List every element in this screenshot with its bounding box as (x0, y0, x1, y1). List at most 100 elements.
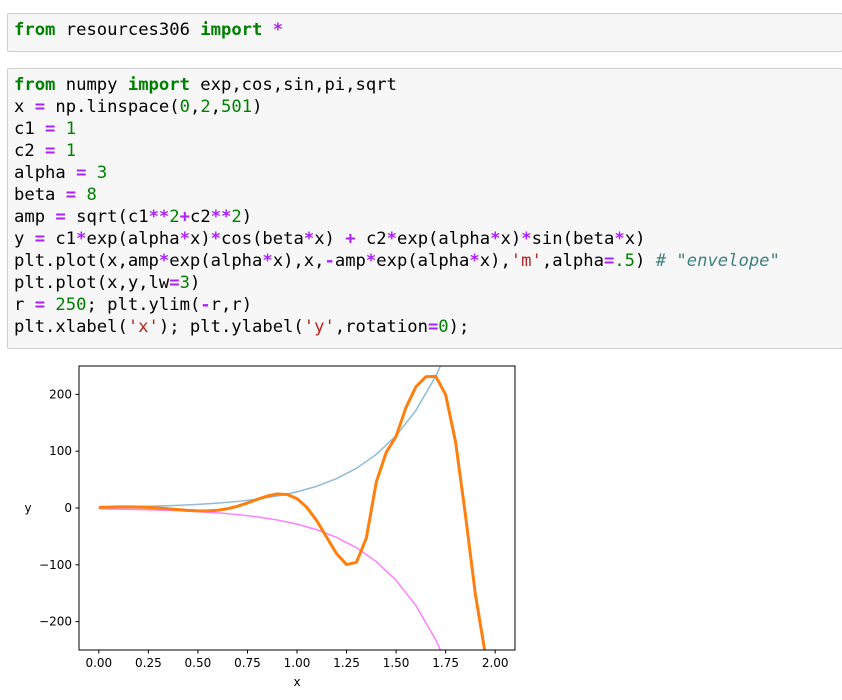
code-token: * (521, 229, 532, 249)
code-token: ,rotation (334, 317, 428, 337)
code-token: x), (479, 251, 511, 271)
code-token: 'y' (303, 317, 335, 337)
code-line: x = np.linspace(0,2,501) (14, 96, 842, 118)
code-token: x (14, 97, 35, 117)
code-line: plt.plot(x,amp*exp(alpha*x),x,-amp*exp(a… (14, 250, 842, 272)
x-tick-label: 0.25 (135, 656, 162, 670)
code-token: = (34, 295, 46, 315)
code-token: = (45, 141, 56, 161)
code-token: = (34, 97, 46, 117)
code-token: x) (314, 229, 346, 249)
code-token: * (469, 251, 480, 271)
code-token: np.linspace( (45, 97, 180, 117)
code-token: exp(alpha (397, 229, 491, 249)
code-token: ) (241, 207, 253, 227)
plot-series (98, 366, 487, 650)
code-token: x) (624, 229, 646, 249)
code-token: * (614, 229, 625, 249)
code-token: 2 (231, 207, 242, 227)
x-tick-label: 0.00 (85, 656, 112, 670)
code-token: = (55, 207, 66, 227)
code-line: alpha = 3 (14, 162, 842, 184)
code-token: * (365, 251, 377, 271)
x-tick-label: 0.75 (234, 656, 261, 670)
code-token: = (65, 185, 77, 205)
code-line: amp = sqrt(c1**2+c2**2) (14, 206, 842, 228)
code-line: c2 = 1 (14, 140, 842, 162)
code-token: 8 (86, 185, 97, 205)
code-token: r (14, 295, 35, 315)
code-token: ** (148, 207, 170, 227)
code-token: exp(alpha (376, 251, 470, 271)
code-token: ); (448, 317, 470, 337)
code-token: ; plt.ylim( (86, 295, 201, 315)
code-token: ) (635, 251, 656, 271)
x-tick-label: 1.50 (383, 656, 410, 670)
code-token: - (324, 251, 335, 271)
series-line-0 (98, 366, 442, 508)
x-tick-label: 1.25 (333, 656, 360, 670)
code-token: + (345, 229, 356, 249)
code-line: r = 250; plt.ylim(-r,r) (14, 294, 842, 316)
code-line: from numpy import exp,cos,sin,pi,sqrt (14, 74, 842, 96)
code-token: from (14, 75, 56, 95)
code-token: = (76, 163, 87, 183)
x-axis-label: x (293, 675, 300, 689)
code-token: numpy (55, 75, 128, 95)
code-token: c2 (14, 141, 46, 161)
code-token: ); plt.ylabel( (158, 317, 304, 337)
cell-output: 0.00 0.25 0.50 0.75 1.00 1.25 1.50 1.75 2.00 200 1… (0, 356, 560, 700)
x-tick-label: 1.75 (432, 656, 459, 670)
code-token: * (490, 229, 501, 249)
code-token: exp(alpha (169, 251, 263, 271)
y-tick-label: 200 (49, 387, 72, 401)
y-axis-label: y (24, 501, 31, 515)
code-token: from (14, 20, 56, 40)
plot-figure: 0.00 0.25 0.50 0.75 1.00 1.25 1.50 1.75 2.00 200 1… (24, 365, 516, 689)
code-token: ) (189, 273, 201, 293)
code-token: c2 (189, 207, 211, 227)
code-token: 3 (96, 163, 108, 183)
x-tick-label: 1.00 (284, 656, 311, 670)
code-token: sin(beta (531, 229, 615, 249)
code-token: x) (500, 229, 522, 249)
code-token: * (303, 229, 315, 249)
y-tick-label: 0 (64, 501, 72, 515)
code-token: ,alpha (541, 251, 604, 271)
code-token: c2 (355, 229, 387, 249)
code-token: import (200, 20, 263, 40)
code-token: , (189, 97, 201, 117)
code-token: 1 (65, 141, 77, 161)
code-token: y (14, 229, 35, 249)
code-token: sqrt(c1 (65, 207, 149, 227)
code-line: c1 = 1 (14, 118, 842, 140)
code-token: , (210, 97, 222, 117)
code-token: import (127, 75, 190, 95)
code-token: ** (210, 207, 232, 227)
code-cell-imports[interactable]: from resources306 import * (7, 13, 842, 52)
code-token: 2 (200, 97, 211, 117)
code-token: x) (189, 229, 211, 249)
code-token: + (179, 207, 190, 227)
code-token: * (76, 229, 87, 249)
code-token: - (200, 295, 211, 315)
plot-axes: 0.00 0.25 0.50 0.75 1.00 1.25 1.50 1.75 2.00 200 1… (39, 387, 509, 670)
code-token: 1 (65, 119, 77, 139)
code-token: c1 (45, 229, 77, 249)
code-token: * (386, 229, 397, 249)
code-token: = (427, 317, 439, 337)
code-token: 501 (221, 97, 253, 117)
code-token: x),x, (272, 251, 325, 271)
code-token: * (179, 229, 190, 249)
code-token: * (262, 251, 273, 271)
code-token: amp (334, 251, 366, 271)
y-tick-label: 100 (49, 444, 72, 458)
code-token: ) (252, 97, 263, 117)
code-cell-plot[interactable]: from numpy import exp,cos,sin,pi,sqrt x =… (7, 68, 842, 349)
y-tick-label: −200 (39, 615, 72, 629)
code-token: .5 (614, 251, 635, 271)
code-token: * (272, 20, 284, 40)
